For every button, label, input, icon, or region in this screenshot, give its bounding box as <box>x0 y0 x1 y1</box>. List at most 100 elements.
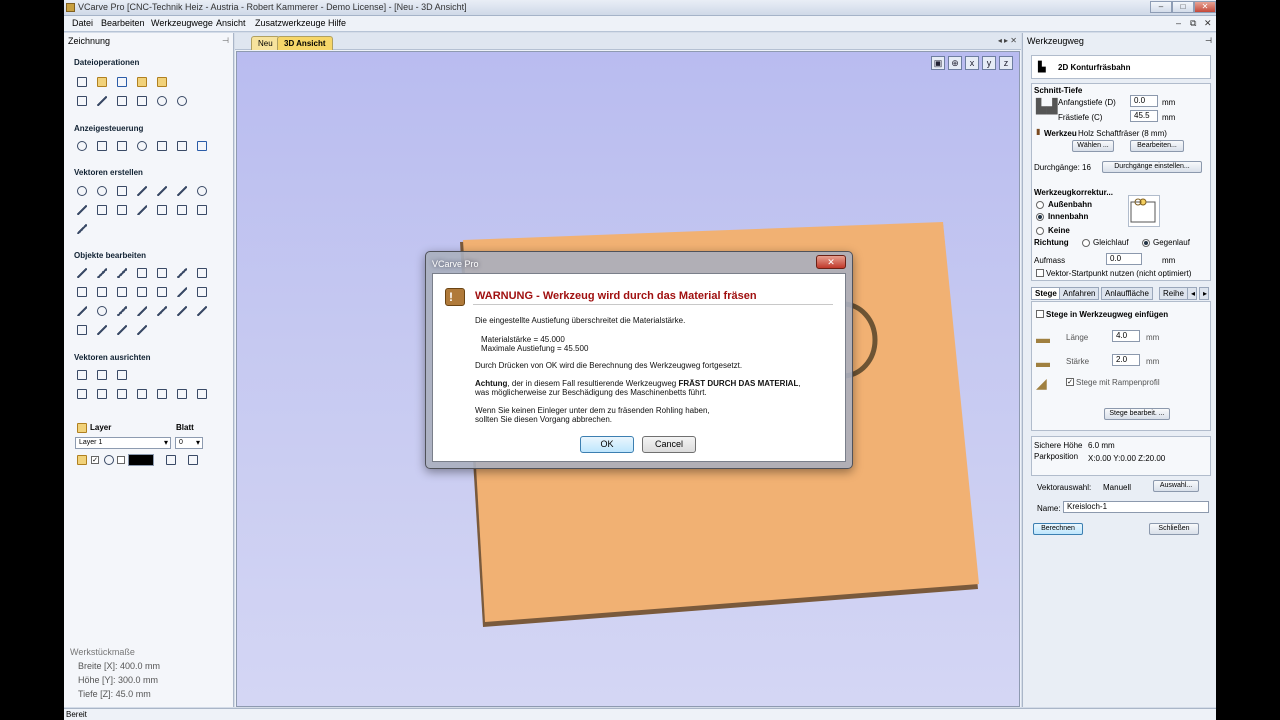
pin-icon[interactable]: ⊣ <box>1205 36 1212 45</box>
close-vector-icon[interactable] <box>135 304 149 318</box>
align-right-icon[interactable] <box>115 368 129 382</box>
redo-icon[interactable] <box>175 94 189 108</box>
tab-reihe[interactable]: Reihe <box>1159 287 1188 300</box>
pan-icon[interactable] <box>75 139 89 153</box>
conventional-radio[interactable] <box>1142 239 1150 247</box>
tab-length-input[interactable]: 4.0 <box>1112 330 1140 342</box>
node-edit-icon[interactable] <box>95 266 109 280</box>
ellipse-icon[interactable] <box>95 184 109 198</box>
tab-navigation[interactable]: ◂ ▸ ✕ <box>998 36 1017 45</box>
ramp-tabs-checkbox[interactable]: ✓ <box>1066 378 1074 386</box>
view-iso-icon[interactable]: ▣ <box>931 56 945 70</box>
add-tabs-checkbox[interactable] <box>1036 310 1044 318</box>
space-icon[interactable] <box>175 387 189 401</box>
new-file-icon[interactable] <box>75 75 89 89</box>
open-folder-icon[interactable] <box>95 75 109 89</box>
select-tool-button[interactable]: Wählen ... <box>1072 140 1114 152</box>
align-top-icon[interactable] <box>75 387 89 401</box>
copy-icon[interactable] <box>115 94 129 108</box>
ungroup-icon[interactable] <box>155 266 169 280</box>
view-top-icon[interactable]: ⊕ <box>948 56 962 70</box>
menu-ansicht[interactable]: Ansicht <box>216 18 246 28</box>
mdi-restore-icon[interactable]: ⧉ <box>1190 18 1196 29</box>
tab-scroll-right-icon[interactable]: ▸ <box>1199 287 1209 300</box>
transform-icon[interactable] <box>115 266 129 280</box>
toolpath-name-input[interactable]: Kreisloch-1 <box>1063 501 1209 513</box>
calculate-button[interactable]: Berechnen <box>1033 523 1083 535</box>
maximize-button[interactable]: □ <box>1172 1 1194 13</box>
inside-radio[interactable] <box>1036 213 1044 221</box>
draw-tool-icon[interactable] <box>75 222 89 236</box>
text-arc-icon[interactable] <box>155 203 169 217</box>
minimize-button[interactable]: – <box>1150 1 1172 13</box>
lock-icon[interactable] <box>102 453 116 467</box>
circle-icon[interactable] <box>75 184 89 198</box>
tab-anfahren[interactable]: Anfahren <box>1059 287 1100 300</box>
tab-neu[interactable]: Neu <box>251 36 280 50</box>
scissors-icon[interactable] <box>195 304 209 318</box>
arc-icon[interactable] <box>155 184 169 198</box>
flip-icon[interactable] <box>135 323 149 337</box>
set-passes-button[interactable]: Durchgänge einstellen... <box>1102 161 1202 173</box>
chamfer-icon[interactable] <box>155 304 169 318</box>
subtract-icon[interactable] <box>155 285 169 299</box>
intersect-icon[interactable] <box>195 285 209 299</box>
view-split-icon[interactable] <box>175 139 189 153</box>
dogbone-icon[interactable] <box>95 323 109 337</box>
close-panel-button[interactable]: Schließen <box>1149 523 1199 535</box>
curve-icon[interactable] <box>175 184 189 198</box>
mdi-minimize-icon[interactable]: – <box>1176 18 1181 28</box>
scale-icon[interactable] <box>195 266 209 280</box>
align-vcenter-icon[interactable] <box>95 387 109 401</box>
menu-hilfe[interactable]: Hilfe <box>328 18 346 28</box>
align-middle-icon[interactable] <box>95 368 109 382</box>
edit-tabs-button[interactable]: Stege bearbeit. ... <box>1104 408 1170 420</box>
start-depth-input[interactable]: 0.0 <box>1130 95 1158 107</box>
trim-icon[interactable] <box>175 285 189 299</box>
join-icon[interactable] <box>175 266 189 280</box>
job-setup-icon[interactable] <box>75 94 89 108</box>
bounding-box-icon[interactable] <box>75 323 89 337</box>
edit-tool-button[interactable]: Bearbeiten... <box>1130 140 1184 152</box>
array-icon[interactable] <box>195 203 209 217</box>
menu-datei[interactable]: Datei <box>72 18 93 28</box>
view-y-icon[interactable]: y <box>982 56 996 70</box>
select-icon[interactable] <box>75 266 89 280</box>
mdi-close-icon[interactable]: ✕ <box>1204 18 1212 29</box>
layer-lock-checkbox[interactable] <box>117 456 125 464</box>
view-z-icon[interactable]: z <box>999 56 1013 70</box>
layer-color-select[interactable] <box>128 454 154 466</box>
menu-bearbeiten[interactable]: Bearbeiten <box>101 18 145 28</box>
layer-properties-icon[interactable] <box>164 453 178 467</box>
zoom-all-icon[interactable] <box>95 139 109 153</box>
arrow-icon[interactable] <box>115 323 129 337</box>
offset-icon[interactable] <box>75 285 89 299</box>
rectangle-icon[interactable] <box>115 184 129 198</box>
layer-visible-checkbox[interactable]: ✓ <box>91 456 99 464</box>
cancel-button[interactable]: Cancel <box>642 436 696 453</box>
view-3d-icon[interactable] <box>195 139 209 153</box>
align-center-icon[interactable] <box>115 285 129 299</box>
vector-start-checkbox[interactable] <box>1036 269 1044 277</box>
lightbulb-icon[interactable] <box>75 453 89 467</box>
tab-stege[interactable]: Stege <box>1031 287 1061 300</box>
layer-manager-icon[interactable] <box>186 453 200 467</box>
text-icon[interactable] <box>95 203 109 217</box>
tab-anlaufflaeche[interactable]: Anlauffläche <box>1101 287 1153 300</box>
dialog-close-button[interactable]: ✕ <box>816 255 846 269</box>
mirror-icon[interactable] <box>95 285 109 299</box>
outside-radio[interactable] <box>1036 201 1044 209</box>
pin-icon[interactable]: ⊣ <box>222 36 229 45</box>
undo-icon[interactable] <box>155 94 169 108</box>
fillet-icon[interactable] <box>75 304 89 318</box>
cut-depth-input[interactable]: 45.5 <box>1130 110 1158 122</box>
ok-button[interactable]: OK <box>580 436 634 453</box>
import-bitmap-icon[interactable] <box>155 75 169 89</box>
blatt-select[interactable]: 0 <box>175 437 203 449</box>
view-x-icon[interactable]: x <box>965 56 979 70</box>
climb-radio[interactable] <box>1082 239 1090 247</box>
group-icon[interactable] <box>135 266 149 280</box>
polyline-icon[interactable] <box>135 184 149 198</box>
text-on-curve-icon[interactable] <box>135 203 149 217</box>
paste-icon[interactable] <box>135 94 149 108</box>
